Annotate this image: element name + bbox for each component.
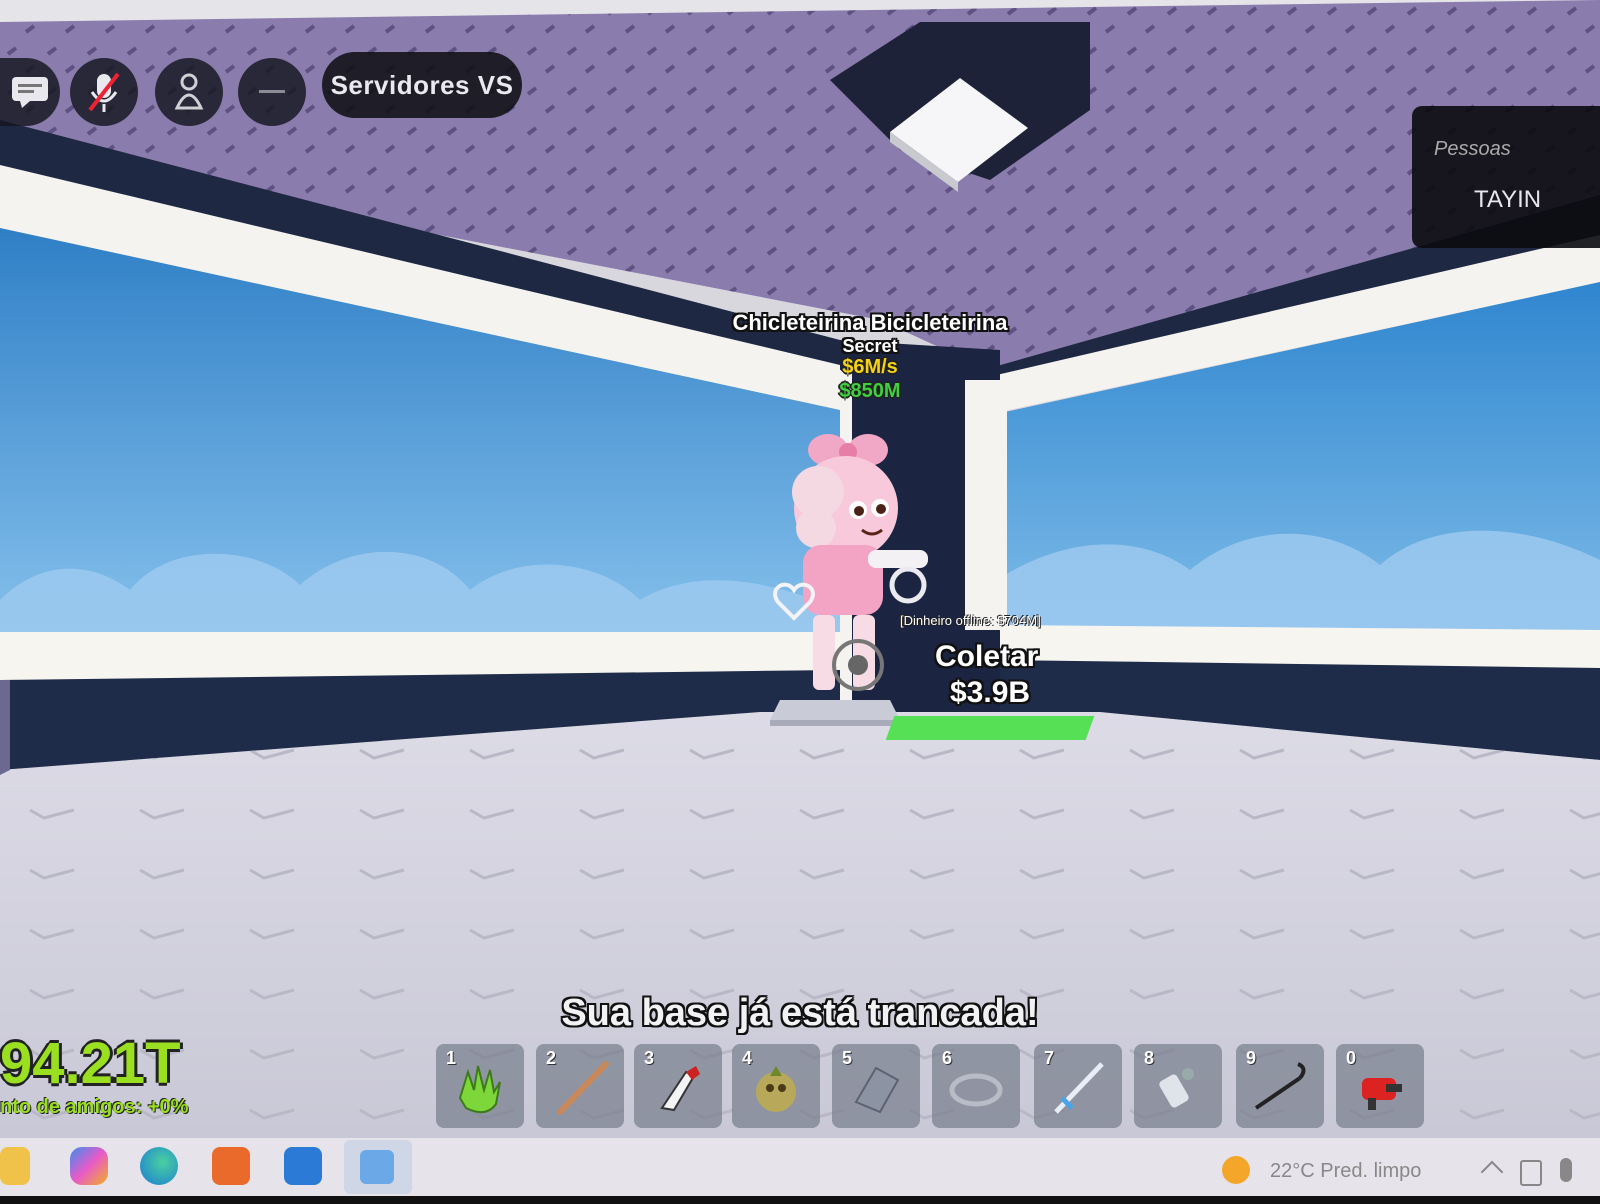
base-locked-notification: Sua base já está trancada! [561,992,1039,1034]
green-glove-icon [458,1065,501,1114]
player-list: Pessoas TAYIN [1412,106,1600,248]
grapple-hook-icon [1254,1062,1306,1110]
brainrot-rarity: Secret [842,336,898,356]
menu-icon [259,90,285,93]
collect-pad[interactable] [885,716,1095,740]
red-blaster-icon [1362,1078,1402,1110]
offline-cash-label: [Dinheiro offline: $704M] [900,613,1041,628]
robot-arm-icon [1159,1068,1194,1108]
hotbar-slot-1[interactable]: 1 [436,1044,524,1128]
hotbar-slot-2[interactable]: 2 [536,1044,624,1128]
gray-block-icon [854,1066,900,1114]
weather-label[interactable]: 22°C Pred. limpo [1270,1160,1421,1183]
network-icon[interactable] [1520,1160,1542,1186]
hotbar-slot-6[interactable]: 6 [932,1044,1020,1128]
brainrot-income: $6M/s [842,356,898,378]
hotbar-slot-3[interactable]: 3 [634,1044,722,1128]
roblox-icon [360,1150,394,1184]
hotbar-slot-0[interactable]: 0 [1336,1044,1424,1128]
menu-button[interactable] [238,58,306,126]
weather-icon[interactable] [1222,1156,1250,1184]
player-list-header: Pessoas [1434,138,1511,160]
store-icon[interactable] [212,1147,250,1185]
friend-boost-label: nto de amigos: +0% [0,1096,189,1118]
brainrot-price: $850M [839,380,901,402]
emote-button[interactable] [155,58,223,126]
outlook-icon[interactable] [284,1147,322,1185]
muted-mic-icon [88,72,120,112]
roblox-taskbar-button[interactable] [344,1140,412,1194]
brainrot-name: Chicleteirina Bicicleteirina [732,310,1008,335]
chat-icon [12,77,48,108]
hotbar-slot-5[interactable]: 5 [832,1044,920,1128]
microphone-icon[interactable] [1560,1158,1572,1182]
game-viewport[interactable]: Chicleteirina Bicicleteirina Secret $6M/… [0,0,1600,1204]
servers-button[interactable]: Servidores VS [322,52,522,118]
player-list-item[interactable]: TAYIN [1474,186,1541,214]
voice-button[interactable] [70,58,138,126]
slap-hand-icon [660,1066,700,1112]
monitor-bezel [0,1196,1600,1204]
hotbar-slot-8[interactable]: 8 [1134,1044,1222,1128]
emote-icon [174,73,204,110]
trap-ring-icon [949,1073,1003,1107]
edge-icon[interactable] [140,1147,178,1185]
file-explorer-icon[interactable] [0,1147,30,1185]
sword-icon [1054,1062,1104,1114]
hotbar-slot-7[interactable]: 7 [1034,1044,1122,1128]
collect-label[interactable]: Coletar [935,640,1038,674]
money-counter: 94.21T [0,1031,181,1096]
bat-icon [557,1061,609,1115]
hotbar-slot-9[interactable]: 9 [1236,1044,1324,1128]
copilot-icon[interactable] [70,1147,108,1185]
collect-amount: $3.9B [950,676,1031,709]
coconut-icon [756,1066,796,1112]
hotbar-slot-4[interactable]: 4 [732,1044,820,1128]
